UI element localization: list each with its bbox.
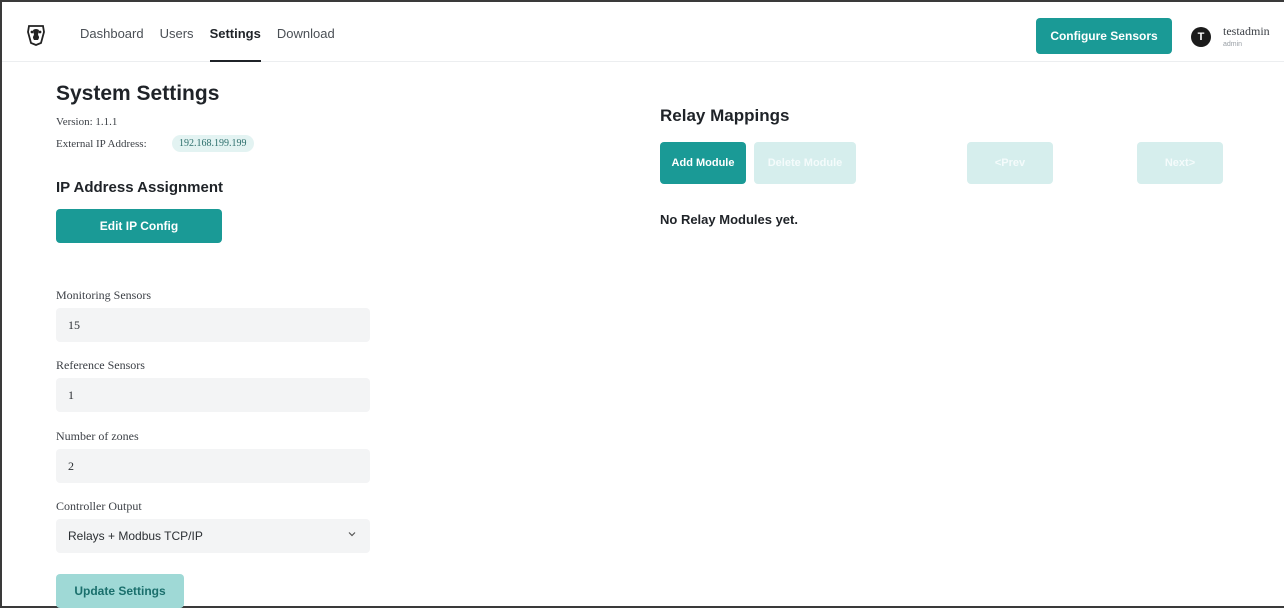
relay-mappings-heading: Relay Mappings (660, 106, 790, 125)
next-page-button[interactable]: Next> (1137, 142, 1223, 184)
add-module-button[interactable]: Add Module (660, 142, 746, 184)
configure-sensors-button[interactable]: Configure Sensors (1036, 18, 1172, 54)
edit-ip-config-button[interactable]: Edit IP Config (56, 209, 222, 243)
monitoring-sensors-label: Monitoring Sensors (56, 288, 152, 302)
user-name[interactable]: testadmin (1223, 24, 1270, 39)
number-of-zones-input[interactable]: 2 (56, 449, 370, 483)
main-nav: Dashboard Users Settings Download (80, 2, 343, 62)
number-of-zones-label: Number of zones (56, 429, 139, 443)
app-logo-icon[interactable] (26, 24, 46, 46)
reference-sensors-label: Reference Sensors (56, 358, 145, 372)
external-ip-label: External IP Address: (56, 138, 147, 150)
page-title: System Settings (56, 82, 220, 105)
update-settings-button[interactable]: Update Settings (56, 574, 184, 608)
controller-output-value: Relays + Modbus TCP/IP (68, 529, 203, 543)
ip-assignment-heading: IP Address Assignment (56, 179, 223, 196)
external-ip-badge: 192.168.199.199 (172, 135, 254, 152)
prev-page-button[interactable]: <Prev (967, 142, 1053, 184)
user-role: admin (1223, 41, 1243, 48)
chevron-down-icon (348, 532, 356, 537)
nav-users[interactable]: Users (152, 2, 202, 62)
reference-sensors-input[interactable]: 1 (56, 378, 370, 412)
version-text: Version: 1.1.1 (56, 116, 118, 128)
monitoring-sensors-input[interactable]: 15 (56, 308, 370, 342)
empty-relay-message: No Relay Modules yet. (660, 212, 798, 227)
top-navbar: Dashboard Users Settings Download Config… (2, 2, 1284, 62)
nav-settings[interactable]: Settings (202, 2, 269, 62)
nav-dashboard[interactable]: Dashboard (80, 2, 152, 62)
controller-output-select[interactable]: Relays + Modbus TCP/IP (56, 519, 370, 553)
nav-download[interactable]: Download (269, 2, 343, 62)
avatar[interactable]: T (1191, 27, 1211, 47)
controller-output-label: Controller Output (56, 499, 142, 513)
delete-module-button[interactable]: Delete Module (754, 142, 856, 184)
